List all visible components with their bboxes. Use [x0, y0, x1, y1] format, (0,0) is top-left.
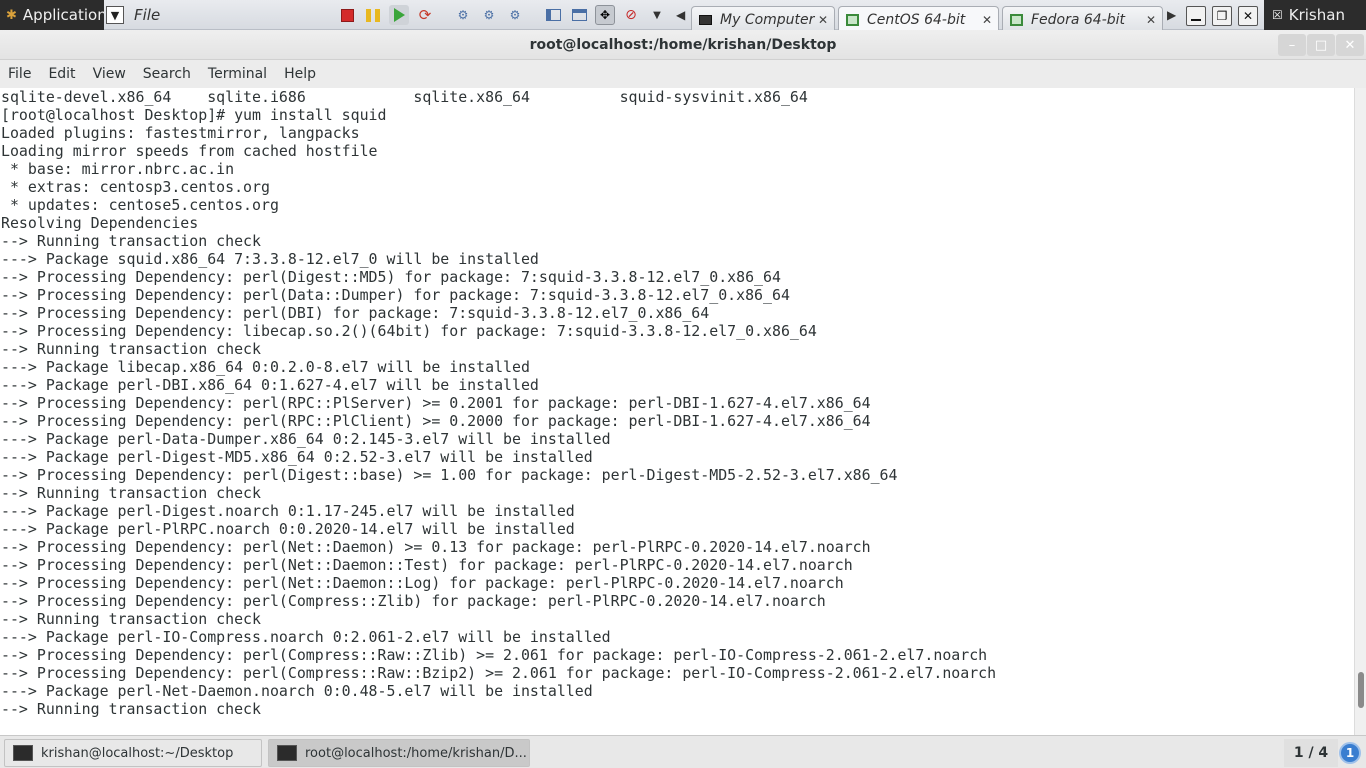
user-name: Krishan [1288, 6, 1345, 24]
revert-snapshot-icon[interactable]: ⚙ [479, 5, 499, 25]
terminal-icon [277, 745, 297, 761]
terminal-line: --> Running transaction check [1, 484, 261, 502]
terminal-line: --> Processing Dependency: perl(Data::Du… [1, 286, 790, 304]
terminal-line: sqlite-devel.x86_64 sqlite.i686 sqlite.x… [1, 88, 808, 106]
notification-badge[interactable]: 1 [1339, 742, 1361, 764]
terminal-line: --> Processing Dependency: perl(Digest::… [1, 268, 781, 286]
user-status-icon: ☒ [1272, 8, 1283, 22]
terminal-line: --> Processing Dependency: perl(Net::Dae… [1, 556, 853, 574]
scrollbar-thumb[interactable] [1358, 672, 1364, 708]
terminal-scrollbar[interactable] [1354, 88, 1366, 735]
minimize-icon[interactable] [1186, 6, 1206, 26]
terminal-line: --> Processing Dependency: perl(Compress… [1, 646, 988, 664]
menu-help[interactable]: Help [284, 66, 316, 82]
terminal-line: --> Running transaction check [1, 700, 261, 718]
fullscreen-icon[interactable]: ✥ [595, 5, 615, 25]
terminal-line: ---> Package perl-PlRPC.noarch 0:0.2020-… [1, 520, 575, 538]
unity-icon[interactable]: ⊘ [621, 5, 641, 25]
power-on-icon[interactable] [389, 5, 409, 25]
user-menu[interactable]: ☒ Krishan [1264, 0, 1366, 30]
tab-label: Fedora 64-bit [1031, 11, 1126, 28]
terminal-line: ---> Package squid.x86_64 7:3.3.8-12.el7… [1, 250, 539, 268]
menu-search[interactable]: Search [143, 66, 191, 82]
close-icon[interactable]: ✕ [1238, 6, 1258, 26]
tab-label: CentOS 64-bit [867, 11, 966, 28]
menu-bar: File Edit View Search Terminal Help [0, 60, 1366, 88]
terminal-output[interactable]: sqlite-devel.x86_64 sqlite.i686 sqlite.x… [0, 88, 1354, 735]
view-dropdown-icon[interactable]: ▼ [647, 5, 667, 25]
vmware-toolbar: ✱ Applications ▼ File ⟳ ⚙ ⚙ ⚙ ✥ ⊘ ▼ ◀ My… [0, 0, 1366, 32]
task-label: krishan@localhost:~/Desktop [41, 745, 234, 761]
terminal-line: --> Running transaction check [1, 610, 261, 628]
terminal-line: --> Processing Dependency: perl(RPC::PlC… [1, 412, 871, 430]
terminal-line: Loading mirror speeds from cached hostfi… [1, 142, 378, 160]
restore-icon[interactable]: ❐ [1212, 6, 1232, 26]
applications-label: Applications [22, 6, 104, 24]
terminal-line: --> Processing Dependency: perl(RPC::PlS… [1, 394, 871, 412]
terminal-icon [13, 745, 33, 761]
terminal-line: --> Processing Dependency: perl(Compress… [1, 592, 826, 610]
tab-scroll-left-icon[interactable]: ◀ [676, 8, 685, 22]
suspend-icon[interactable] [363, 5, 383, 25]
terminal-line: Resolving Dependencies [1, 214, 199, 232]
snapshot-icon[interactable]: ⚙ [453, 5, 473, 25]
snapshot-manager-icon[interactable]: ⚙ [505, 5, 525, 25]
menu-edit[interactable]: Edit [48, 66, 75, 82]
workspace-switcher[interactable]: 1 / 4 [1284, 739, 1338, 767]
terminal-line: ---> Package perl-Net-Daemon.noarch 0:0.… [1, 682, 593, 700]
tab-centos-64-bit[interactable]: CentOS 64-bit ✕ [838, 6, 999, 32]
power-off-icon[interactable] [337, 5, 357, 25]
bottom-panel: krishan@localhost:~/Desktop root@localho… [0, 735, 1366, 768]
menu-view[interactable]: View [93, 66, 126, 82]
terminal-line: --> Processing Dependency: perl(DBI) for… [1, 304, 710, 322]
terminal-line: --> Processing Dependency: perl(Digest::… [1, 466, 898, 484]
reset-icon[interactable]: ⟳ [415, 5, 435, 25]
window-title: root@localhost:/home/krishan/Desktop [529, 37, 837, 53]
terminal-line: --> Processing Dependency: perl(Compress… [1, 664, 997, 682]
pin-icon: ▼ [106, 6, 124, 24]
terminal-line: Loaded plugins: fastestmirror, langpacks [1, 124, 360, 142]
terminal-line: * extras: centosp3.centos.org [1, 178, 270, 196]
vm-icon [845, 13, 859, 26]
vm-file-label: File [134, 6, 161, 24]
terminal-line: ---> Package perl-DBI.x86_64 0:1.627-4.e… [1, 376, 539, 394]
menu-terminal[interactable]: Terminal [208, 66, 267, 82]
monitor-icon [698, 13, 712, 26]
menu-file[interactable]: File [8, 66, 31, 82]
terminal-lines: sqlite-devel.x86_64 sqlite.i686 sqlite.x… [1, 88, 996, 718]
tab-my-computer[interactable]: My Computer ✕ [691, 6, 835, 32]
terminal-line: --> Processing Dependency: perl(Net::Dae… [1, 538, 871, 556]
terminal-line: * base: mirror.nbrc.ac.in [1, 160, 235, 178]
terminal-line: --> Processing Dependency: libecap.so.2(… [1, 322, 817, 340]
window-close-icon[interactable]: ✕ [1336, 34, 1364, 56]
tab-fedora-64-bit[interactable]: Fedora 64-bit ✕ [1002, 6, 1163, 32]
quick-switch-icon[interactable] [569, 5, 589, 25]
tab-label: My Computer [720, 11, 815, 28]
terminal-line: --> Running transaction check [1, 232, 261, 250]
vm-icon [1009, 13, 1023, 26]
task-label: root@localhost:/home/krishan/D... [305, 745, 527, 761]
terminal-line: --> Running transaction check [1, 340, 261, 358]
terminal-line: ---> Package perl-Digest.noarch 0:1.17-2… [1, 502, 575, 520]
applications-menu[interactable]: ✱ Applications [0, 0, 104, 30]
terminal-line: ---> Package perl-Data-Dumper.x86_64 0:2… [1, 430, 611, 448]
tab-scroll-right-icon[interactable]: ▶ [1167, 8, 1176, 22]
terminal-line: [root@localhost Desktop]# yum install sq… [1, 106, 387, 124]
window-maximize-icon[interactable]: □ [1307, 34, 1335, 56]
close-icon[interactable]: ✕ [982, 13, 992, 27]
terminal-line: * updates: centose5.centos.org [1, 196, 279, 214]
terminal-line: ---> Package perl-IO-Compress.noarch 0:2… [1, 628, 611, 646]
task-krishan-desktop[interactable]: krishan@localhost:~/Desktop [4, 739, 262, 767]
terminal-line: --> Processing Dependency: perl(Net::Dae… [1, 574, 844, 592]
sidebar-toggle-icon[interactable] [543, 5, 563, 25]
task-root-desktop[interactable]: root@localhost:/home/krishan/D... [268, 739, 530, 767]
vm-file-menu[interactable]: ▼ File [106, 4, 160, 26]
close-icon[interactable]: ✕ [818, 13, 828, 27]
window-minimize-icon[interactable]: – [1278, 34, 1306, 56]
applications-icon: ✱ [6, 7, 17, 23]
terminal-line: ---> Package libecap.x86_64 0:0.2.0-8.el… [1, 358, 530, 376]
close-icon[interactable]: ✕ [1146, 13, 1156, 27]
window-title-bar[interactable]: root@localhost:/home/krishan/Desktop – □… [0, 30, 1366, 60]
terminal-line: ---> Package perl-Digest-MD5.x86_64 0:2.… [1, 448, 593, 466]
